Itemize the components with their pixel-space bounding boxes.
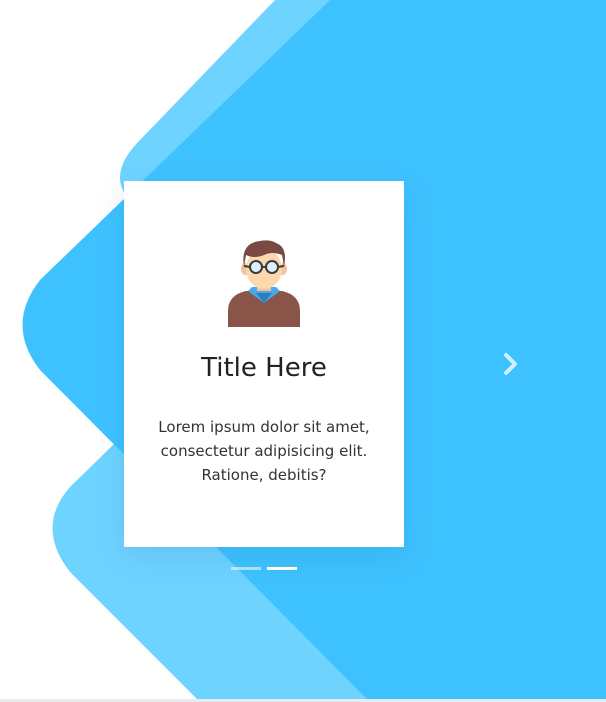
carousel-pagination [231, 567, 301, 573]
testimonial-card: Title Here Lorem ipsum dolor sit amet, c… [124, 181, 404, 547]
chevron-right-icon[interactable] [498, 350, 524, 378]
pagination-dot-1[interactable] [231, 567, 261, 570]
person-with-glasses-icon [224, 237, 304, 327]
pagination-dot-2-active[interactable] [267, 567, 297, 570]
slider-section: Title Here Lorem ipsum dolor sit amet, c… [0, 0, 606, 702]
card-description: Lorem ipsum dolor sit amet, consectetur … [158, 418, 370, 484]
card-title: Title Here [201, 353, 327, 383]
